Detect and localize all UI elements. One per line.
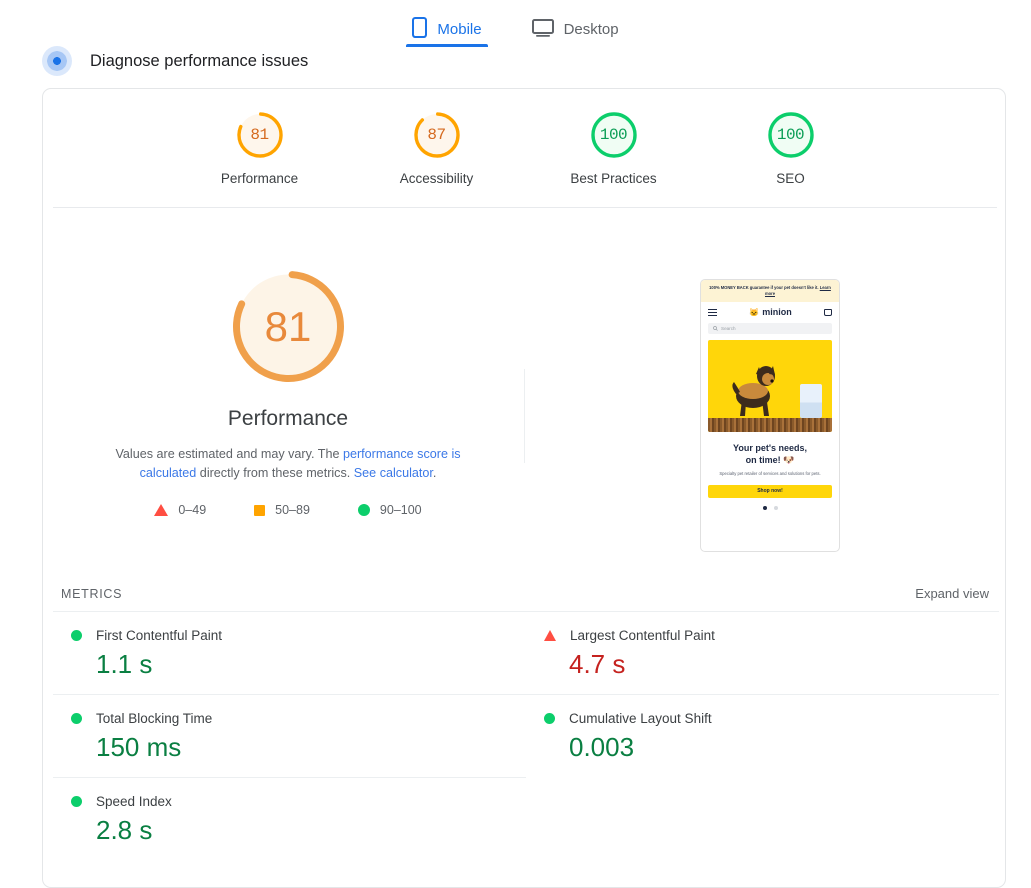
category-score-row: 81 Performance 87 Accessibility 100 Best…	[43, 109, 1007, 186]
metric-value: 0.003	[569, 732, 635, 762]
score-gauge-performance[interactable]: 81 Performance	[200, 109, 320, 186]
square-icon	[254, 504, 266, 516]
monitor-icon	[531, 18, 554, 41]
dog-food-bag-icon	[800, 383, 822, 418]
primary-score-value: 81	[264, 302, 312, 350]
legend-item-high: 90–100	[357, 503, 422, 517]
tab-mobile[interactable]: Mobile	[406, 0, 488, 47]
seo-score-value: 100	[776, 126, 805, 144]
metric-value: 4.7 s	[569, 649, 626, 679]
tab-mobile-label: Mobile	[437, 21, 482, 38]
metric-label: Total Blocking Time	[96, 711, 213, 726]
metric-label: Cumulative Layout Shift	[569, 711, 712, 726]
thumbnail-headline: Your pet's needs, on time! 🐶	[701, 442, 839, 466]
section-divider	[53, 207, 997, 208]
thumbnail-banner-text: 100% MONEY BACK guarantee if your pet do…	[709, 285, 819, 290]
dog-illustration-icon	[732, 365, 775, 416]
primary-score-ring: 81	[226, 264, 351, 389]
legend-label-low: 0–49	[178, 503, 207, 517]
status-triangle-icon	[544, 630, 556, 641]
cat-logo-icon: 🐱	[749, 307, 760, 317]
carousel-dot-2	[773, 505, 778, 510]
thumbnail-search-field: Search	[708, 322, 832, 334]
vertical-divider	[524, 369, 525, 463]
metric-value: 150 ms	[96, 732, 182, 762]
metric-empty-slot	[526, 777, 999, 860]
score-description-part2: directly from these metrics.	[196, 466, 354, 480]
see-calculator-link[interactable]: See calculator	[354, 466, 433, 480]
tab-desktop[interactable]: Desktop	[526, 0, 625, 47]
metrics-header: METRICS Expand view	[53, 586, 997, 601]
score-gauge-seo[interactable]: 100 SEO	[731, 109, 851, 186]
thumbnail-headline-line1: Your pet's needs,	[733, 442, 807, 453]
status-circle-icon	[71, 630, 82, 641]
carousel-dots	[701, 505, 839, 510]
score-gauge-best-practices[interactable]: 100 Best Practices	[554, 109, 674, 186]
seo-ring: 100	[765, 109, 817, 161]
legend-item-low: 0–49	[154, 503, 206, 517]
accessibility-score-label: Accessibility	[399, 171, 474, 186]
target-icon	[42, 46, 72, 76]
metric-speed-index[interactable]: Speed Index 2.8 s	[53, 777, 526, 860]
best-practices-score-label: Best Practices	[570, 171, 657, 186]
phone-icon	[412, 17, 428, 42]
metrics-title: METRICS	[61, 586, 123, 601]
metric-first-contentful-paint[interactable]: First Contentful Paint 1.1 s	[53, 611, 526, 694]
legend-item-medium: 50–89	[254, 503, 310, 517]
thumbnail-navbar: 🐱 minion	[701, 302, 839, 321]
accessibility-ring: 87	[411, 109, 463, 161]
kibble-ground	[708, 417, 832, 432]
thumbnail-subtext: Specialty pet retailer of services and s…	[719, 470, 821, 476]
primary-score-caption: Performance	[227, 407, 349, 430]
tab-active-underline	[406, 44, 488, 47]
legend-label-high: 90–100	[379, 503, 422, 517]
performance-score-label: Performance	[220, 171, 299, 186]
legend-label-medium: 50–89	[275, 503, 310, 517]
best-practices-ring: 100	[588, 109, 640, 161]
performance-score-value: 81	[250, 126, 269, 144]
metric-label: First Contentful Paint	[96, 628, 223, 643]
metric-value: 1.1 s	[96, 649, 153, 679]
page-title: Diagnose performance issues	[90, 51, 309, 70]
expand-view-button[interactable]: Expand view	[915, 586, 989, 601]
diagnose-header: Diagnose performance issues	[42, 46, 308, 76]
metrics-grid: First Contentful Paint 1.1 s Largest Con…	[53, 611, 999, 860]
best-practices-score-value: 100	[599, 126, 628, 144]
report-card: 81 Performance 87 Accessibility 100 Best…	[42, 88, 1006, 888]
thumbnail-headline-line2: on time! 🐶	[745, 454, 795, 465]
triangle-icon	[154, 504, 169, 516]
metric-value: 2.8 s	[96, 815, 153, 845]
thumbnail-shop-now-button: Shop now!	[708, 484, 832, 498]
thumbnail-brand-label: minion	[762, 307, 792, 318]
thumbnail-promo-banner: 100% MONEY BACK guarantee if your pet do…	[701, 280, 839, 302]
metric-label: Speed Index	[96, 794, 172, 809]
status-circle-icon	[71, 713, 82, 724]
page-screenshot-thumbnail[interactable]: 100% MONEY BACK guarantee if your pet do…	[700, 279, 840, 552]
search-icon	[713, 325, 718, 331]
score-legend: 0–49 50–89 90–100	[53, 503, 523, 517]
metric-label: Largest Contentful Paint	[570, 628, 715, 643]
carousel-dot-1	[762, 505, 767, 510]
thumbnail-brand: 🐱 minion	[749, 307, 791, 317]
metric-total-blocking-time[interactable]: Total Blocking Time 150 ms	[53, 694, 526, 777]
circle-icon	[357, 504, 370, 516]
shopping-bag-icon	[824, 308, 832, 316]
performance-ring: 81	[234, 109, 286, 161]
device-tabbar: Mobile Desktop	[0, 0, 1031, 47]
seo-score-label: SEO	[776, 171, 805, 186]
thumbnail-hero-image	[708, 339, 832, 432]
status-circle-icon	[544, 713, 555, 724]
metric-largest-contentful-paint[interactable]: Largest Contentful Paint 4.7 s	[526, 611, 999, 694]
thumbnail-search-placeholder: Search	[721, 325, 736, 331]
hamburger-icon	[708, 307, 717, 318]
score-description-part1: Values are estimated and may vary. The	[115, 447, 343, 461]
score-gauge-accessibility[interactable]: 87 Accessibility	[377, 109, 497, 186]
accessibility-score-value: 87	[427, 126, 446, 144]
tab-desktop-label: Desktop	[563, 21, 619, 38]
score-description: Values are estimated and may vary. The p…	[88, 445, 488, 483]
status-circle-icon	[71, 796, 82, 807]
primary-score-block: 81 Performance Values are estimated and …	[53, 264, 523, 517]
score-description-part3: .	[432, 466, 437, 480]
metric-cumulative-layout-shift[interactable]: Cumulative Layout Shift 0.003	[526, 694, 999, 777]
